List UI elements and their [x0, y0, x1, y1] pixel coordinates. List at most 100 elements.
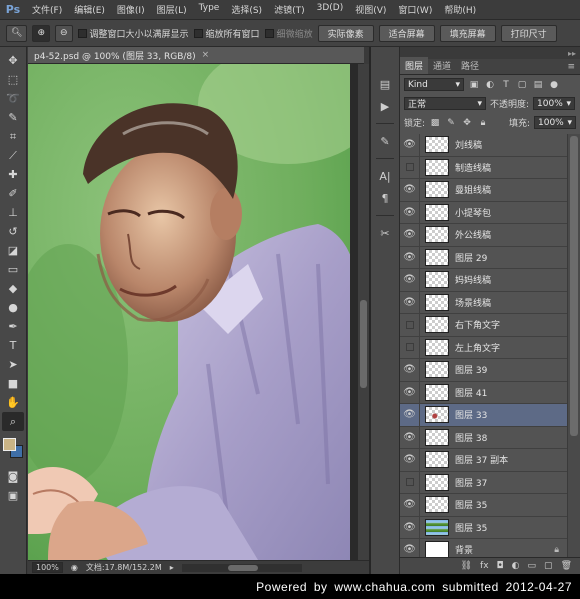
dodge-icon[interactable]: ● — [2, 298, 24, 317]
marquee-icon[interactable]: ⬚ — [2, 70, 24, 89]
zoom-icon[interactable]: ⌕ — [2, 412, 24, 431]
blur-icon[interactable]: ◆ — [2, 279, 24, 298]
layer-style-icon[interactable]: fx — [480, 561, 489, 571]
adjustment-filter-icon[interactable]: ◐ — [484, 79, 496, 91]
paragraph-panel-icon[interactable]: ¶ — [375, 189, 395, 207]
menu-item[interactable]: 图像(I) — [111, 3, 151, 16]
gradient-icon[interactable]: ▭ — [2, 260, 24, 279]
fit-screen-button[interactable]: 适合屏幕 — [378, 24, 435, 42]
lock-image-icon[interactable]: ✎ — [445, 117, 457, 129]
visibility-eye-icon[interactable]: 👁︎ — [400, 426, 420, 448]
visibility-eye-icon[interactable]: 👁︎ — [400, 246, 420, 268]
add-mask-icon[interactable]: ◘ — [497, 561, 504, 571]
layer-row[interactable]: 图层 37 — [400, 471, 567, 494]
character-panel-icon[interactable]: A| — [375, 167, 395, 185]
layer-row[interactable]: 👁︎ 背景 🔒︎ — [400, 539, 567, 557]
visibility-eye-icon[interactable]: 👁︎ — [400, 494, 420, 516]
layer-row[interactable]: 👁︎ 妈妈线稿 — [400, 269, 567, 292]
layer-row[interactable]: 👁︎ 刘线稿 — [400, 134, 567, 157]
layer-row[interactable]: 右下角文字 — [400, 314, 567, 337]
crop-icon[interactable]: ⌗ — [2, 127, 24, 146]
fill-field[interactable]: 100% ▾ — [534, 116, 576, 129]
fill-screen-button[interactable]: 填充屏幕 — [439, 24, 496, 42]
brush-icon[interactable]: ✐ — [2, 184, 24, 203]
type-filter-icon[interactable]: T — [500, 79, 512, 91]
layer-row[interactable]: 👁︎ 外公线稿 — [400, 224, 567, 247]
layer-row[interactable]: 左上角文字 — [400, 336, 567, 359]
menu-item[interactable]: 滤镜(T) — [268, 3, 311, 16]
tool-presets-icon[interactable]: ✂ — [375, 224, 395, 242]
collapse-panel-icon[interactable]: ▸▸ — [568, 49, 576, 58]
layer-list-scroll-thumb[interactable] — [570, 136, 578, 436]
menu-item[interactable]: 文件(F) — [26, 3, 68, 16]
move-icon[interactable]: ✥ — [2, 51, 24, 70]
visibility-eye-icon[interactable] — [400, 156, 420, 178]
scrubby-zoom-checkbox[interactable]: 细微缩放 — [264, 27, 313, 40]
horizontal-scroll-thumb[interactable] — [227, 564, 258, 571]
menu-item[interactable]: 窗口(W) — [392, 3, 438, 16]
delete-layer-icon[interactable]: 🗑︎ — [561, 561, 572, 571]
document-tab[interactable]: p4-52.psd @ 100% (图层 33, RGB/8) × — [28, 47, 364, 64]
layer-row[interactable]: 👁︎ 小提琴包 — [400, 201, 567, 224]
actions-panel-icon[interactable]: ▶ — [375, 97, 395, 115]
layer-row[interactable]: 👁︎ 图层 37 副本 — [400, 449, 567, 472]
layer-row[interactable]: 👁︎ 图层 33 — [400, 404, 567, 427]
new-layer-icon[interactable]: ▢ — [544, 561, 553, 571]
visibility-eye-icon[interactable]: 👁︎ — [400, 224, 420, 246]
visibility-eye-icon[interactable] — [400, 471, 420, 493]
eyedropper-icon[interactable]: ⟋ — [2, 146, 24, 165]
pen-icon[interactable]: ✒ — [2, 317, 24, 336]
lock-position-icon[interactable]: ✥ — [461, 117, 473, 129]
menu-item[interactable]: 视图(V) — [349, 3, 392, 16]
close-icon[interactable]: × — [202, 50, 210, 60]
shape-icon[interactable]: ■ — [2, 374, 24, 393]
tab-layers[interactable]: 图层 — [400, 57, 429, 74]
type-icon[interactable]: T — [2, 336, 24, 355]
info-menu-icon[interactable]: ◉ — [71, 563, 78, 572]
brush-presets-icon[interactable]: ✎ — [375, 132, 395, 150]
zoom-out-icon[interactable]: ⊖ — [54, 24, 73, 42]
shape-filter-icon[interactable]: ▢ — [516, 79, 528, 91]
lock-all-icon[interactable]: 🔒︎ — [477, 117, 489, 129]
menu-item[interactable]: 编辑(E) — [68, 3, 111, 16]
visibility-eye-icon[interactable]: 👁︎ — [400, 179, 420, 201]
print-size-button[interactable]: 打印尺寸 — [500, 24, 557, 42]
smart-object-filter-icon[interactable]: ▤ — [532, 79, 544, 91]
layer-row[interactable]: 👁︎ 图层 38 — [400, 426, 567, 449]
menu-item[interactable]: 帮助(H) — [438, 3, 482, 16]
status-arrow-icon[interactable]: ▸ — [170, 563, 174, 572]
menu-item[interactable]: 选择(S) — [225, 3, 268, 16]
zoom-level-field[interactable]: 100% — [32, 562, 63, 573]
zoom-tool-preset-icon[interactable]: 🔍︎ — [6, 24, 28, 42]
resize-windows-checkbox[interactable]: 调整窗口大小以满屏显示 — [77, 27, 189, 40]
new-adjustment-icon[interactable]: ◐ — [512, 561, 520, 571]
layer-row[interactable]: 👁︎ 图层 35 — [400, 494, 567, 517]
layer-row[interactable]: 👁︎ 图层 39 — [400, 359, 567, 382]
history-brush-icon[interactable]: ↺ — [2, 222, 24, 241]
path-select-icon[interactable]: ➤ — [2, 355, 24, 374]
canvas[interactable] — [28, 64, 358, 560]
panel-menu-icon[interactable]: ≡ — [562, 60, 580, 74]
visibility-eye-icon[interactable] — [400, 314, 420, 336]
opacity-field[interactable]: 100% ▾ — [533, 97, 576, 110]
foreground-color-swatch[interactable] — [3, 438, 16, 451]
layer-row[interactable]: 👁︎ 图层 41 — [400, 381, 567, 404]
screen-mode-icon[interactable]: ▣ — [2, 486, 24, 505]
visibility-eye-icon[interactable]: 👁︎ — [400, 539, 420, 557]
layer-row[interactable]: 👁︎ 场景线稿 — [400, 291, 567, 314]
color-swatches[interactable] — [2, 437, 24, 459]
visibility-eye-icon[interactable]: 👁︎ — [400, 449, 420, 471]
lock-transparent-icon[interactable]: ▩ — [429, 117, 441, 129]
visibility-eye-icon[interactable]: 👁︎ — [400, 291, 420, 313]
layer-row[interactable]: 👁︎ 图层 29 — [400, 246, 567, 269]
visibility-eye-icon[interactable]: 👁︎ — [400, 134, 420, 156]
layer-row[interactable]: 制造线稿 — [400, 156, 567, 179]
menu-item[interactable]: 3D(D) — [311, 3, 350, 16]
actual-pixels-button[interactable]: 实际像素 — [317, 24, 374, 42]
history-panel-icon[interactable]: ▤ — [375, 75, 395, 93]
quick-mask-icon[interactable]: ◙ — [2, 467, 24, 486]
pixel-filter-icon[interactable]: ▣ — [468, 79, 480, 91]
vertical-scrollbar[interactable] — [358, 64, 369, 560]
visibility-eye-icon[interactable] — [400, 336, 420, 358]
visibility-eye-icon[interactable]: 👁︎ — [400, 201, 420, 223]
